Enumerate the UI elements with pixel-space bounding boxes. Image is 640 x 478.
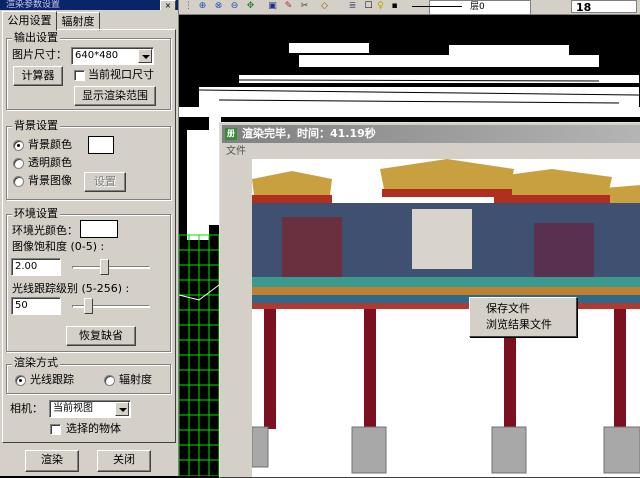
zoom-window-icon[interactable]: ⊗ (213, 1, 224, 12)
raytrace-radio[interactable] (15, 375, 26, 386)
layer-name: 层0 (470, 2, 485, 12)
ambient-color-swatch[interactable] (80, 220, 118, 238)
calculator-button[interactable]: 计算器 (13, 66, 63, 86)
saturation-slider-track[interactable] (72, 266, 150, 269)
trace-level-input[interactable]: 50 (11, 297, 61, 315)
raytrace-label: 光线跟踪 (30, 373, 74, 386)
menu-item-save-file[interactable]: 保存文件 (486, 301, 530, 316)
pan-icon[interactable]: ✥ (245, 1, 256, 12)
render-settings-dialog: 渲染参数设置 × 公用设置 辐射度 输出设置 图片尺寸： 640*480 计算器… (0, 0, 179, 476)
transparent-color-radio[interactable] (13, 158, 24, 169)
camera-select[interactable]: 当前视图 (49, 400, 131, 418)
chevron-down-icon[interactable] (115, 402, 129, 416)
camera-label: 相机： (10, 402, 43, 415)
grip-icon: ⋮ (184, 1, 193, 11)
font-size-select[interactable]: 18 (571, 0, 637, 14)
layers-icon[interactable]: ≣ (347, 1, 358, 12)
size-label: 图片尺寸： (12, 48, 67, 61)
selected-objects-label: 选择的物体 (66, 422, 121, 435)
render-mode-legend: 渲染方式 (12, 356, 60, 369)
output-legend: 输出设置 (12, 31, 60, 44)
saturation-label: 图像饱和度 (0-5) : (12, 240, 105, 253)
render-window-title: 渲染完毕，时间：41.19秒 (242, 127, 376, 140)
camera-value: 当前视图 (53, 403, 93, 414)
size-value: 640*480 (75, 50, 119, 61)
show-render-range-button[interactable]: 显示渲染范围 (74, 86, 156, 106)
main-toolbar: ⋮ ⊕ ⊗ ⊖ ✥ ▣ ✎ ✂ ◇ ≣ ☐ ♀ ▪ 层0 18 (179, 0, 640, 15)
current-viewport-checkbox[interactable] (74, 70, 85, 81)
environment-legend: 环境设置 (12, 207, 60, 220)
cut-icon[interactable]: ✂ (299, 1, 310, 12)
bg-color-label: 背景颜色 (28, 138, 72, 151)
trace-level-slider-thumb[interactable] (84, 298, 94, 314)
drawing-green-grid (179, 234, 220, 476)
menu-item-browse-result[interactable]: 浏览结果文件 (486, 317, 552, 332)
lightbulb-icon[interactable]: ♀ (375, 1, 386, 12)
bg-color-radio[interactable] (13, 140, 24, 151)
render-window-titlebar[interactable]: 册 渲染完毕，时间：41.19秒 (222, 125, 640, 143)
save-icon[interactable]: ▣ (267, 1, 278, 12)
bg-image-label: 背景图像 (28, 174, 72, 187)
line-style-icon (412, 6, 462, 7)
painted-beams (252, 203, 640, 309)
background-legend: 背景设置 (12, 119, 60, 132)
menu-file[interactable]: 文件 (226, 145, 246, 159)
zoom-icon[interactable]: ⊕ (197, 1, 208, 12)
chevron-down-icon[interactable] (138, 49, 152, 63)
restore-defaults-button[interactable]: 恢复缺省 (66, 326, 136, 346)
ambient-color-label: 环境光颜色： (12, 224, 78, 237)
render-button[interactable]: 渲染 (25, 450, 79, 472)
edit-icon[interactable]: ✎ (283, 1, 294, 12)
dialog-titlebar[interactable]: 渲染参数设置 × (0, 0, 178, 10)
transparent-color-label: 透明颜色 (28, 156, 72, 169)
radiosity-label: 辐射度 (119, 373, 152, 386)
paifang-illustration (252, 159, 640, 477)
app-logo-icon: 册 (225, 128, 237, 140)
dialog-title: 渲染参数设置 (6, 0, 61, 10)
bg-image-radio[interactable] (13, 176, 24, 187)
bg-settings-button[interactable]: 设置 (84, 172, 126, 192)
saturation-input[interactable]: 2.00 (11, 258, 61, 276)
render-image (252, 159, 640, 477)
close-icon[interactable]: × (160, 0, 176, 10)
selected-objects-checkbox[interactable] (50, 424, 61, 435)
eraser-icon[interactable]: ◇ (319, 1, 330, 12)
saturation-slider-thumb[interactable] (99, 259, 109, 275)
radiosity-radio[interactable] (104, 375, 115, 386)
trace-level-label: 光线跟踪级别 (5-256) : (12, 282, 130, 295)
layer-select[interactable]: 层0 (429, 0, 531, 15)
lock-icon[interactable]: ▪ (389, 1, 400, 12)
zoom-out-icon[interactable]: ⊖ (229, 1, 240, 12)
bg-color-swatch[interactable] (88, 136, 114, 154)
close-button[interactable]: 关闭 (97, 450, 151, 472)
tab-general[interactable]: 公用设置 (2, 11, 57, 31)
layer-visible-icon[interactable]: ☐ (363, 1, 374, 12)
current-viewport-label: 当前视口尺寸 (88, 68, 154, 81)
context-menu: 保存文件 浏览结果文件 (469, 297, 577, 337)
size-select[interactable]: 640*480 (71, 47, 154, 65)
